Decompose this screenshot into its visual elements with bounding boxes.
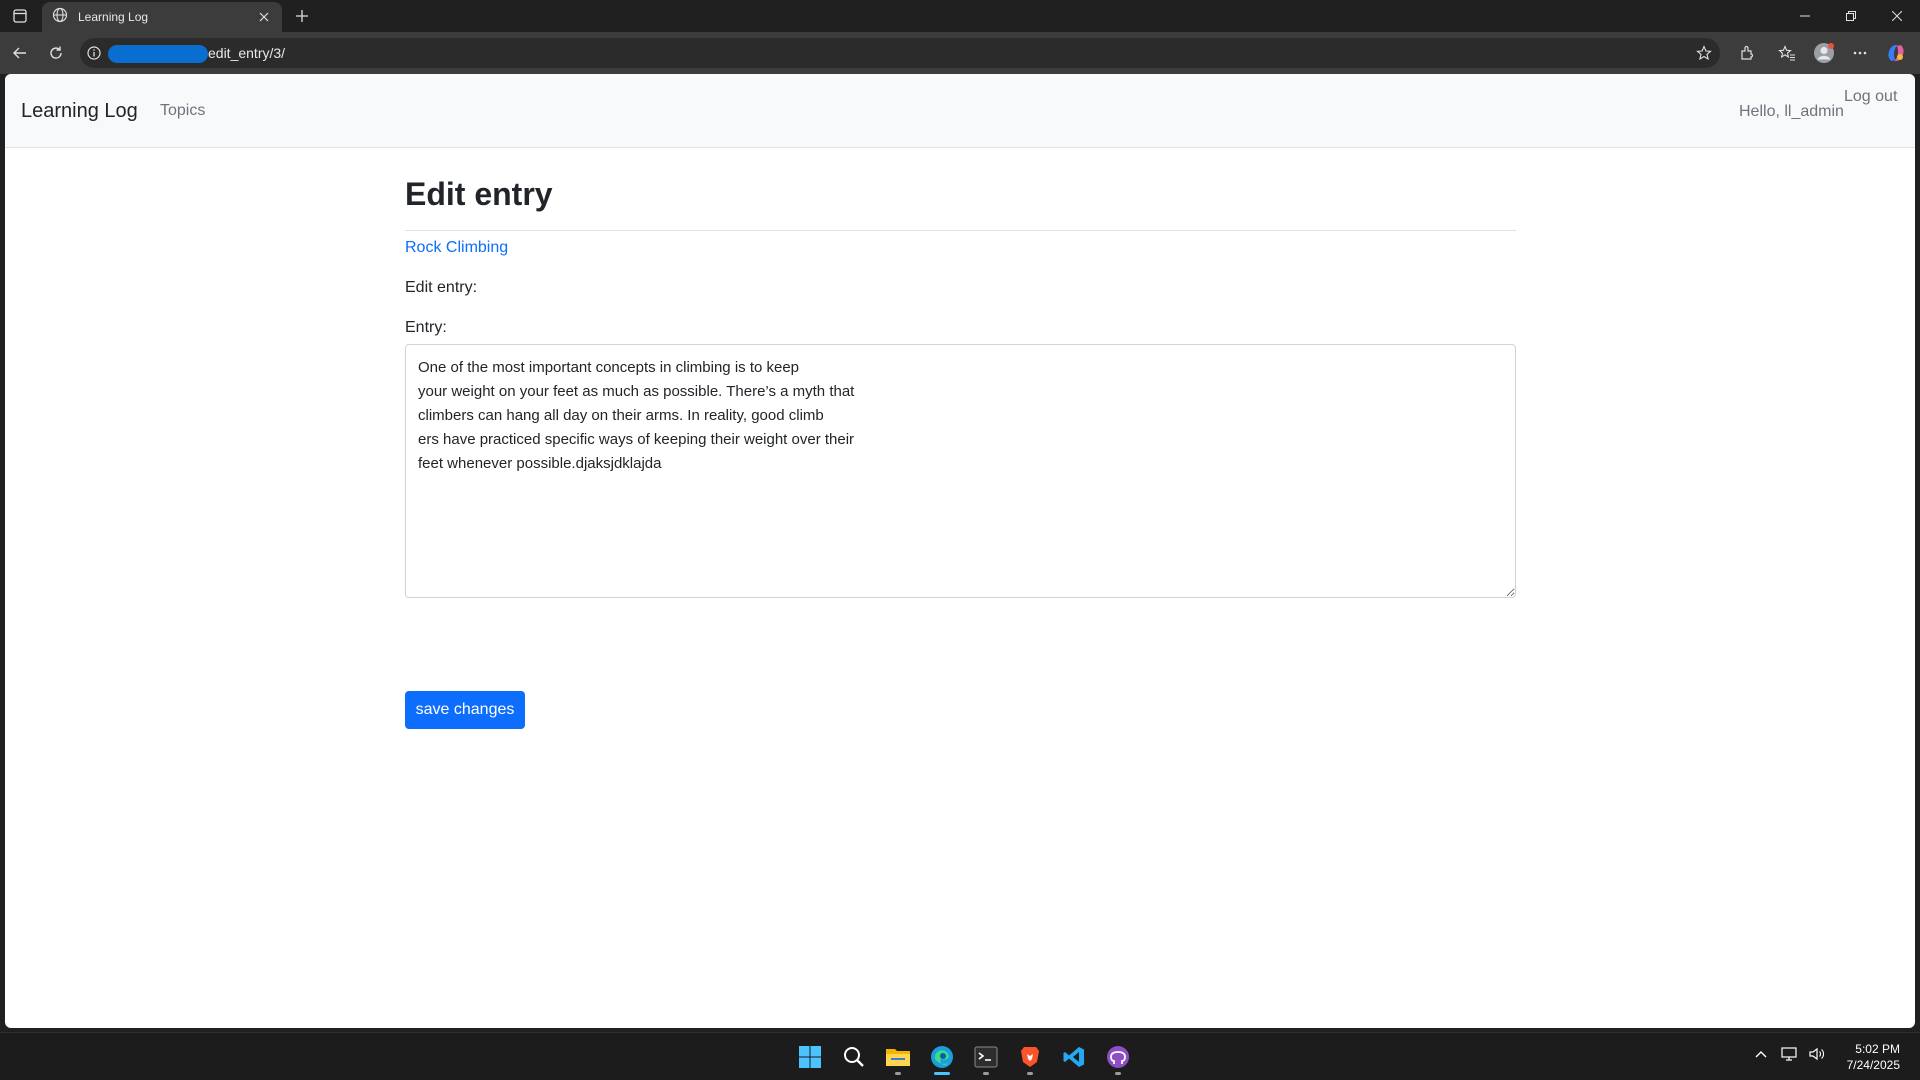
nav-topics-link[interactable]: Topics (160, 102, 205, 120)
window-controls (1782, 0, 1920, 32)
site-navbar: Learning Log Topics Hello, ll_admin Log … (5, 74, 1915, 148)
page-title: Edit entry (405, 176, 553, 212)
start-icon[interactable] (790, 1037, 830, 1077)
extensions-icon[interactable] (1735, 41, 1759, 65)
globe-icon (52, 7, 68, 28)
refresh-icon[interactable] (44, 41, 68, 65)
edge-icon[interactable] (922, 1037, 962, 1077)
tab-actions-icon[interactable] (8, 4, 32, 28)
taskbar-clock[interactable]: 5:02 PM 7/24/2025 (1847, 1041, 1900, 1073)
user-greeting: Hello, ll_admin (1739, 103, 1844, 120)
file-explorer-icon[interactable] (878, 1037, 918, 1077)
restore-icon[interactable] (1828, 0, 1874, 32)
url-text: edit_entry/3/ (208, 45, 286, 61)
search-icon[interactable] (834, 1037, 874, 1077)
more-options-icon[interactable] (1848, 41, 1872, 65)
clock-time: 5:02 PM (1855, 1042, 1900, 1056)
taskbar-apps (790, 1037, 1138, 1077)
vscode-icon[interactable] (1054, 1037, 1094, 1077)
tab-title: Learning Log (78, 10, 149, 24)
clock-date: 7/24/2025 (1846, 1058, 1900, 1072)
browser-tab[interactable]: Learning Log (42, 2, 282, 32)
favorites-icon[interactable] (1775, 41, 1799, 65)
terminal-icon[interactable] (966, 1037, 1006, 1077)
redacted-host (108, 45, 208, 63)
favorite-star-icon[interactable] (1696, 45, 1712, 61)
minimize-icon[interactable] (1782, 0, 1828, 32)
entry-textarea[interactable]: One of the most important concepts in cl… (405, 344, 1516, 598)
new-tab-icon[interactable] (290, 4, 314, 28)
save-changes-button[interactable]: save changes (405, 691, 525, 729)
form-heading: Edit entry: (405, 279, 478, 296)
brand-link[interactable]: Learning Log (21, 100, 138, 123)
chevron-up-icon[interactable] (1750, 1043, 1772, 1065)
github-desktop-icon[interactable] (1098, 1037, 1138, 1077)
brave-icon[interactable] (1010, 1037, 1050, 1077)
close-window-icon[interactable] (1874, 0, 1920, 32)
profile-avatar-icon[interactable] (1812, 41, 1836, 65)
address-bar[interactable]: edit_entry/3/ (80, 38, 1720, 68)
browser-toolbar: edit_entry/3/ (0, 32, 1920, 74)
site-info-icon[interactable] (86, 45, 102, 61)
network-icon[interactable] (1778, 1043, 1800, 1065)
volume-icon[interactable] (1806, 1043, 1828, 1065)
title-divider (405, 230, 1516, 231)
logout-button[interactable]: Log out (1844, 88, 1897, 106)
page-viewport: Learning Log Topics Hello, ll_admin Log … (5, 74, 1915, 1028)
copilot-icon[interactable] (1884, 41, 1908, 65)
back-icon[interactable] (8, 41, 32, 65)
topic-link[interactable]: Rock Climbing (405, 239, 508, 257)
system-tray (1750, 1043, 1828, 1065)
close-tab-icon[interactable] (256, 9, 272, 25)
windows-taskbar: 5:02 PM 7/24/2025 (0, 1032, 1920, 1080)
browser-tab-bar: Learning Log (0, 0, 1920, 32)
entry-label: Entry: (405, 319, 447, 336)
